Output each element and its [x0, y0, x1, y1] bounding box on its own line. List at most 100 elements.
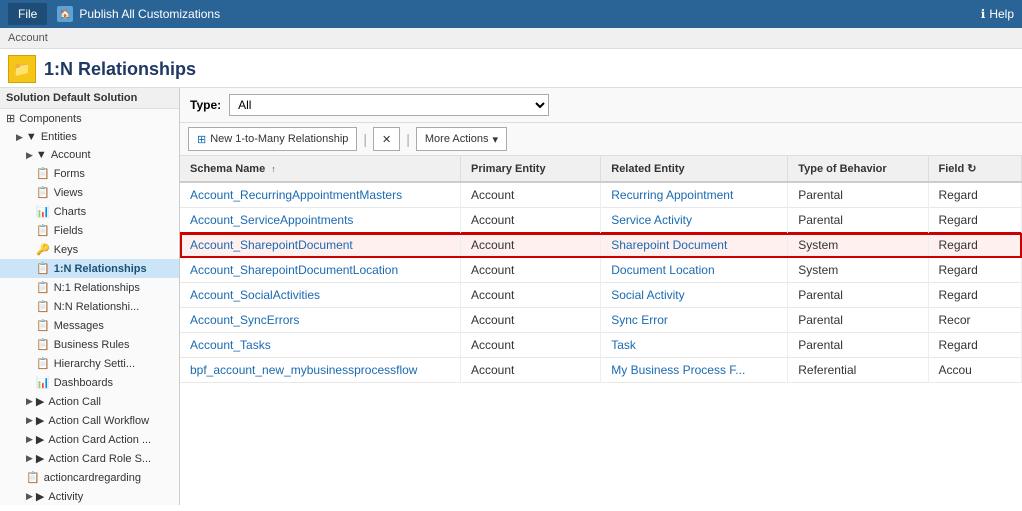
cell-behavior: Parental: [788, 283, 928, 308]
cell-field: Regard: [928, 283, 1022, 308]
related-link[interactable]: Service Activity: [611, 213, 692, 227]
file-button[interactable]: File: [8, 3, 47, 25]
table-row[interactable]: bpf_account_new_mybusinessprocessflow Ac…: [180, 358, 1022, 383]
help-icon: ℹ: [981, 7, 986, 21]
sidebar-item-9[interactable]: 📋N:1 Relationships: [0, 278, 179, 297]
cell-primary: Account: [461, 308, 601, 333]
col-related-entity[interactable]: Related Entity: [601, 156, 788, 182]
sidebar-icon-8: 📋: [36, 262, 50, 275]
help-area[interactable]: ℹ Help: [981, 7, 1014, 21]
related-link[interactable]: Task: [611, 338, 636, 352]
delete-button[interactable]: ✕: [373, 127, 400, 151]
new-relationship-label: New 1-to-Many Relationship: [210, 133, 348, 145]
schema-link[interactable]: Account_RecurringAppointmentMasters: [190, 188, 402, 202]
more-actions-icon: ▾: [492, 133, 498, 146]
sidebar-item-16[interactable]: ▶▶Action Call Workflow: [0, 411, 179, 430]
type-select[interactable]: All Custom Managed Unmanaged: [229, 94, 549, 116]
sidebar-icon-13: 📋: [36, 357, 50, 370]
sidebar-label-18: Action Card Role S...: [48, 453, 151, 465]
sidebar-item-12[interactable]: 📋Business Rules: [0, 335, 179, 354]
related-link[interactable]: Recurring Appointment: [611, 188, 733, 202]
schema-link[interactable]: Account_Tasks: [190, 338, 271, 352]
sidebar-item-3[interactable]: 📋Forms: [0, 164, 179, 183]
expand-arrow-20: ▶: [26, 491, 33, 502]
cell-schema: Account_ServiceAppointments: [180, 208, 461, 233]
page-icon: 📁: [8, 55, 36, 83]
sidebar-item-14[interactable]: 📊Dashboards: [0, 373, 179, 392]
cell-schema: Account_SocialActivities: [180, 283, 461, 308]
related-link[interactable]: My Business Process F...: [611, 363, 745, 377]
sidebar-label-9: N:1 Relationships: [54, 282, 140, 294]
schema-link[interactable]: Account_SharepointDocument: [190, 238, 353, 252]
sidebar-label-4: Views: [54, 187, 83, 199]
related-link[interactable]: Sharepoint Document: [611, 238, 727, 252]
new-relationship-button[interactable]: ⊞ New 1-to-Many Relationship: [188, 127, 357, 151]
table-row[interactable]: Account_SocialActivities Account Social …: [180, 283, 1022, 308]
sidebar-item-15[interactable]: ▶▶Action Call: [0, 392, 179, 411]
related-link[interactable]: Document Location: [611, 263, 714, 277]
sidebar-item-7[interactable]: 🔑Keys: [0, 240, 179, 259]
sidebar-item-0[interactable]: ⊞Components: [0, 109, 179, 128]
cell-behavior: System: [788, 233, 928, 258]
publish-icon: 🏠: [57, 6, 73, 22]
sidebar-label-16: Action Call Workflow: [48, 415, 149, 427]
schema-link[interactable]: Account_SyncErrors: [190, 313, 299, 327]
sidebar-item-10[interactable]: 📋N:N Relationshi...: [0, 297, 179, 316]
help-label[interactable]: Help: [989, 7, 1014, 21]
refresh-icon[interactable]: ↻: [967, 163, 976, 175]
table-row[interactable]: Account_RecurringAppointmentMasters Acco…: [180, 182, 1022, 208]
sidebar-item-2[interactable]: ▶▼Account: [0, 146, 179, 164]
sidebar-item-4[interactable]: 📋Views: [0, 183, 179, 202]
related-link[interactable]: Sync Error: [611, 313, 668, 327]
top-bar: File 🏠 Publish All Customizations ℹ Help: [0, 0, 1022, 28]
sidebar-label-10: N:N Relationshi...: [54, 301, 140, 313]
sidebar-label-15: Action Call: [48, 396, 101, 408]
sidebar-item-20[interactable]: ▶▶Activity: [0, 487, 179, 505]
content-area: Type: All Custom Managed Unmanaged ⊞ New…: [180, 88, 1022, 505]
cell-schema: Account_RecurringAppointmentMasters: [180, 182, 461, 208]
sidebar-item-19[interactable]: 📋actioncardregarding: [0, 468, 179, 487]
sidebar-item-17[interactable]: ▶▶Action Card Action ...: [0, 430, 179, 449]
table-row[interactable]: Account_SyncErrors Account Sync Error Pa…: [180, 308, 1022, 333]
table-row[interactable]: Account_SharepointDocument Account Share…: [180, 233, 1022, 258]
more-actions-button[interactable]: More Actions ▾: [416, 127, 507, 151]
table-row[interactable]: Account_ServiceAppointments Account Serv…: [180, 208, 1022, 233]
sidebar-item-13[interactable]: 📋Hierarchy Setti...: [0, 354, 179, 373]
expand-arrow-1: ▶: [16, 132, 23, 143]
sidebar-item-8[interactable]: 📋1:N Relationships: [0, 259, 179, 278]
table-row[interactable]: Account_SharepointDocumentLocation Accou…: [180, 258, 1022, 283]
expand-arrow-16: ▶: [26, 415, 33, 426]
type-bar: Type: All Custom Managed Unmanaged: [180, 88, 1022, 123]
col-primary-entity[interactable]: Primary Entity: [461, 156, 601, 182]
expand-arrow-15: ▶: [26, 396, 33, 407]
expand-arrow-18: ▶: [26, 453, 33, 464]
cell-primary: Account: [461, 333, 601, 358]
schema-link[interactable]: Account_ServiceAppointments: [190, 213, 353, 227]
toolbar-separator: |: [363, 131, 367, 147]
cell-primary: Account: [461, 283, 601, 308]
sidebar-label-3: Forms: [54, 168, 85, 180]
col-type-behavior[interactable]: Type of Behavior: [788, 156, 928, 182]
publish-area: 🏠 Publish All Customizations: [57, 6, 220, 22]
type-label: Type:: [190, 98, 221, 112]
sidebar-item-11[interactable]: 📋Messages: [0, 316, 179, 335]
sidebar-icon-6: 📋: [36, 224, 50, 237]
cell-primary: Account: [461, 233, 601, 258]
cell-schema: Account_SyncErrors: [180, 308, 461, 333]
schema-link[interactable]: bpf_account_new_mybusinessprocessflow: [190, 363, 417, 377]
sidebar-item-5[interactable]: 📊Charts: [0, 202, 179, 221]
col-field[interactable]: Field ↻: [928, 156, 1022, 182]
cell-field: Regard: [928, 233, 1022, 258]
publish-label[interactable]: Publish All Customizations: [79, 7, 220, 21]
schema-link[interactable]: Account_SocialActivities: [190, 288, 320, 302]
table-row[interactable]: Account_Tasks Account Task Parental Rega…: [180, 333, 1022, 358]
sidebar-label-11: Messages: [54, 320, 104, 332]
sidebar: Solution Default Solution ⊞Components▶▼E…: [0, 88, 180, 505]
schema-link[interactable]: Account_SharepointDocumentLocation: [190, 263, 398, 277]
cell-related: Task: [601, 333, 788, 358]
related-link[interactable]: Social Activity: [611, 288, 684, 302]
sidebar-item-18[interactable]: ▶▶Action Card Role S...: [0, 449, 179, 468]
sidebar-item-1[interactable]: ▶▼Entities: [0, 128, 179, 146]
col-schema-name[interactable]: Schema Name ↑: [180, 156, 461, 182]
sidebar-item-6[interactable]: 📋Fields: [0, 221, 179, 240]
